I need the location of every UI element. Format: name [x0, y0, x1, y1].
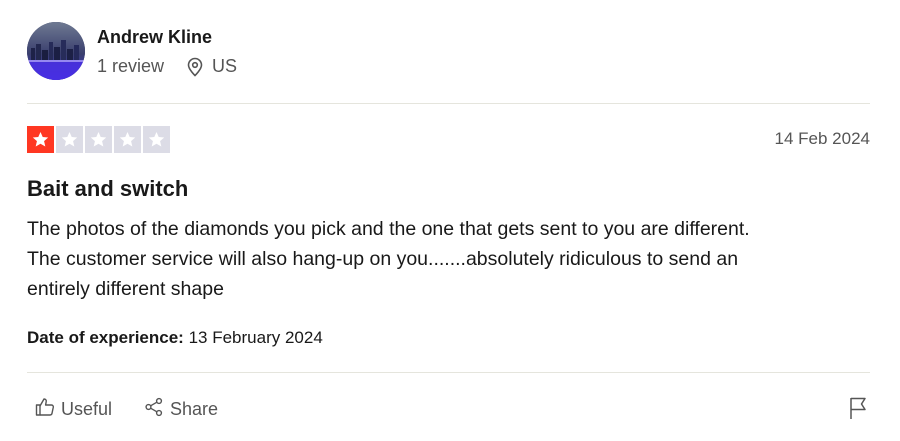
star-icon: [143, 126, 170, 153]
star-icon: [56, 126, 83, 153]
avatar[interactable]: [27, 22, 85, 80]
review-card: Andrew Kline 1 review US 14 Feb 2024 Bai…: [27, 0, 870, 441]
share-label: Share: [170, 399, 219, 419]
flag-icon[interactable]: [848, 396, 868, 425]
star-icon: [114, 126, 141, 153]
useful-label: Useful: [61, 399, 113, 419]
star-icon: [85, 126, 112, 153]
reviewer-meta: 1 review US: [97, 56, 237, 77]
reviewer-name[interactable]: Andrew Kline: [97, 27, 212, 48]
review-body: The photos of the diamonds you pick and …: [27, 214, 870, 304]
review-body-line: The photos of the diamonds you pick and …: [27, 218, 750, 240]
review-actions: Useful Share: [35, 397, 250, 422]
star-icon: [27, 126, 54, 153]
useful-button[interactable]: Useful: [35, 397, 112, 422]
share-icon: [144, 397, 170, 422]
divider: [27, 372, 870, 373]
divider: [27, 103, 870, 104]
date-of-experience: Date of experience: 13 February 2024: [27, 328, 323, 348]
review-date: 14 Feb 2024: [774, 129, 870, 148]
experience-label: Date of experience:: [27, 328, 184, 347]
share-button[interactable]: Share: [144, 397, 218, 422]
review-body-line: entirely different shape: [27, 278, 224, 300]
review-title[interactable]: Bait and switch: [27, 176, 188, 202]
star-rating: [27, 126, 170, 153]
thumbs-up-icon: [35, 397, 61, 422]
reviewer-country: US: [212, 56, 238, 76]
location-pin-icon: [186, 57, 204, 77]
experience-date: 13 February 2024: [188, 328, 323, 347]
review-body-line: The customer service will also hang-up o…: [27, 248, 739, 270]
review-count: 1 review: [97, 56, 165, 76]
